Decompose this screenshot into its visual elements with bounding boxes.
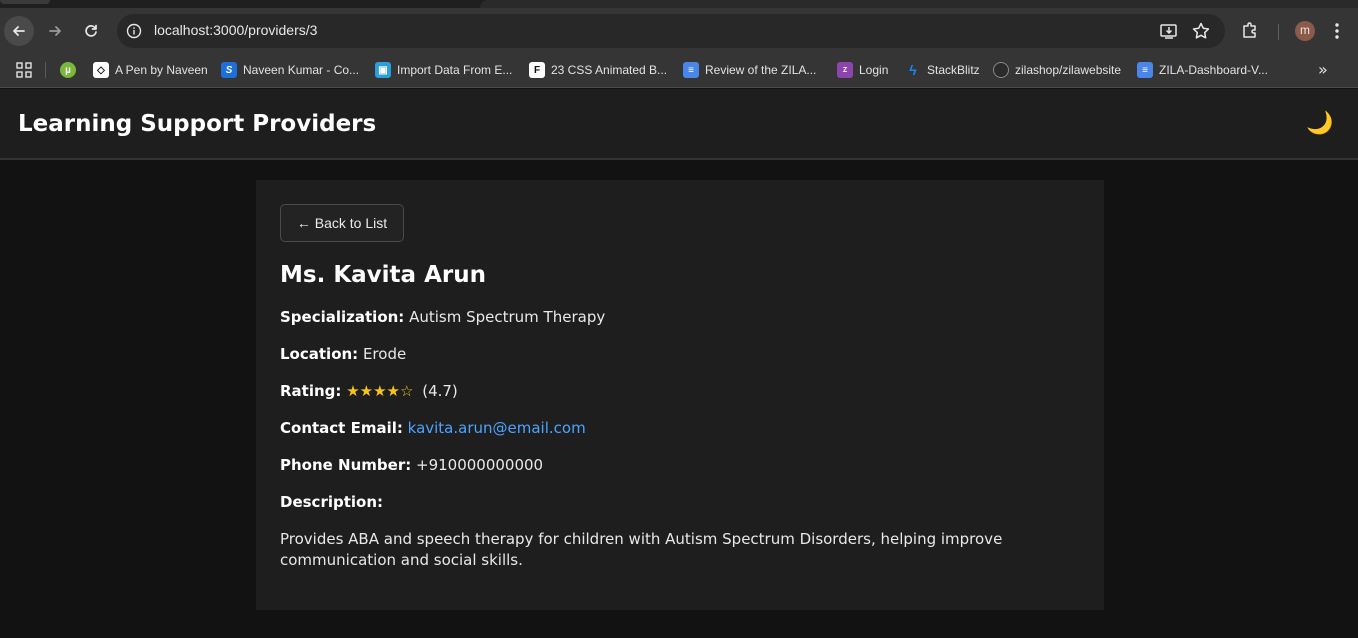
- docs-icon: ≡: [683, 62, 699, 78]
- arrow-right-icon: [49, 26, 61, 36]
- extensions-icon[interactable]: [1240, 22, 1260, 40]
- bookmark-naveen-kumar[interactable]: S Naveen Kumar - Co...: [221, 60, 359, 80]
- tab-strip: [0, 0, 1358, 8]
- bookmark-label: A Pen by Naveen: [115, 63, 208, 77]
- email-link[interactable]: kavita.arun@email.com: [408, 419, 586, 437]
- description-heading-row: Description:: [280, 493, 383, 511]
- bookmark-github[interactable]: zilashop/zilawebsite: [993, 60, 1121, 80]
- description-label: Description:: [280, 493, 384, 511]
- rating-label: Rating:: [280, 382, 342, 400]
- bookmark-label: Login: [859, 63, 889, 77]
- kebab-menu-icon[interactable]: [1334, 22, 1340, 40]
- rating-row: Rating: ★★★★☆ (4.7): [280, 382, 458, 400]
- bookmark-login[interactable]: Z Login: [837, 60, 888, 80]
- description-text: Provides ABA and speech therapy for chil…: [280, 530, 1003, 569]
- f-icon: F: [529, 62, 545, 78]
- bookmark-label: Review of the ZILA...: [705, 63, 817, 77]
- bookmark-star-icon[interactable]: [1191, 21, 1211, 41]
- bookmark-zila-dashboard[interactable]: ≡ ZILA-Dashboard-V...: [1137, 60, 1268, 80]
- browser-forward-button[interactable]: [40, 16, 70, 46]
- moon-icon[interactable]: 🌙: [1306, 111, 1333, 137]
- phone-value: +910000000000: [416, 456, 544, 474]
- github-icon: [993, 62, 1009, 78]
- provider-name: Ms. Kavita Arun: [280, 262, 486, 288]
- apps-grid-icon[interactable]: [15, 61, 33, 79]
- app-title: Learning Support Providers: [18, 111, 377, 137]
- bookmarks-divider: [45, 62, 46, 78]
- utorrent-icon: µ: [60, 62, 76, 78]
- bookmarks-bar: µ ◇ A Pen by Naveen S Naveen Kumar - Co.…: [0, 54, 1358, 88]
- bookmark-import-data[interactable]: ▣ Import Data From E...: [375, 60, 512, 80]
- site-info-icon[interactable]: [125, 22, 143, 40]
- bookmark-stackblitz[interactable]: ϟ StackBlitz: [905, 60, 980, 80]
- back-to-list-button[interactable]: ← Back to List: [280, 204, 404, 242]
- rating-value: (4.7): [422, 382, 458, 400]
- bookmark-label: Naveen Kumar - Co...: [243, 63, 360, 77]
- bolt-icon: ϟ: [909, 62, 917, 78]
- arrow-left-icon: [13, 26, 25, 36]
- zila-icon: Z: [837, 62, 853, 78]
- address-bar[interactable]: localhost:3000/providers/3: [117, 14, 1225, 48]
- provider-detail-card: ← Back to List Ms. Kavita Arun Specializ…: [256, 180, 1104, 610]
- phone-label: Phone Number:: [280, 456, 412, 474]
- bookmark-label: StackBlitz: [927, 63, 980, 77]
- bookmark-review-zila[interactable]: ≡ Review of the ZILA...: [683, 60, 816, 80]
- bookmark-codepen[interactable]: ◇ A Pen by Naveen: [93, 60, 208, 80]
- bookmark-utorrent[interactable]: µ: [60, 60, 76, 80]
- location-row: Location: Erode: [280, 345, 406, 363]
- reload-icon: [85, 24, 97, 37]
- inactive-tab[interactable]: [0, 0, 50, 4]
- bookmark-label: Import Data From E...: [397, 63, 513, 77]
- profile-avatar[interactable]: m: [1295, 21, 1315, 41]
- specialization-value: Autism Spectrum Therapy: [409, 308, 606, 326]
- install-app-icon[interactable]: [1159, 22, 1179, 40]
- toolbar-divider: [1278, 24, 1279, 40]
- bookmark-css-animated[interactable]: F 23 CSS Animated B...: [529, 60, 667, 80]
- app-header: Learning Support Providers 🌙: [0, 89, 1358, 160]
- browser-reload-button[interactable]: [76, 16, 106, 46]
- phone-row: Phone Number: +910000000000: [280, 456, 543, 474]
- bookmark-label: 23 CSS Animated B...: [551, 63, 668, 77]
- location-value: Erode: [362, 345, 407, 363]
- bookmark-label: zilashop/zilawebsite: [1015, 63, 1122, 77]
- browser-toolbar: localhost:3000/providers/3 m: [0, 8, 1358, 54]
- browser-back-button[interactable]: [4, 16, 34, 46]
- specialization-label: Specialization:: [280, 308, 405, 326]
- specialization-row: Specialization: Autism Spectrum Therapy: [280, 308, 605, 326]
- email-label: Contact Email:: [280, 419, 403, 437]
- email-row: Contact Email: kavita.arun@email.com: [280, 419, 586, 437]
- more-bookmarks-chevron-icon[interactable]: »: [1318, 60, 1328, 79]
- import-icon: ▣: [375, 62, 391, 78]
- url-text[interactable]: localhost:3000/providers/3: [154, 22, 317, 38]
- docs-icon: ≡: [1137, 62, 1153, 78]
- bookmark-label: ZILA-Dashboard-V...: [1159, 63, 1268, 77]
- active-tab[interactable]: [480, 0, 1358, 8]
- main-content: ← Back to List Ms. Kavita Arun Specializ…: [0, 161, 1358, 638]
- codepen-icon: ◇: [93, 62, 109, 78]
- rating-stars: ★★★★☆: [346, 382, 414, 400]
- s-icon: S: [221, 62, 237, 78]
- location-label: Location:: [280, 345, 359, 363]
